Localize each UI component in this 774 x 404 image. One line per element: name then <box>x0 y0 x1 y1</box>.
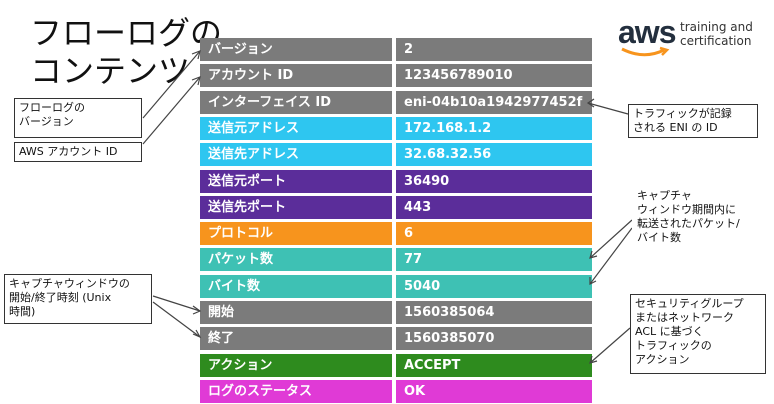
callout-action: セキュリティグループ またはネットワーク ACL に基づく トラフィックの アク… <box>630 294 766 374</box>
callout-eni-id: トラフィックが記録 される ENI の ID <box>628 104 758 138</box>
callout-capture-window: キャプチャ ウィンドウ期間内に 転送されたパケット/ バイト数 <box>632 186 762 250</box>
callout-time-range: キャプチャウィンドウの 開始/終了時刻 (Unix 時間) <box>4 274 152 324</box>
callout-version: フローログの バージョン <box>14 98 142 138</box>
callout-account-id: AWS アカウント ID <box>14 142 142 162</box>
